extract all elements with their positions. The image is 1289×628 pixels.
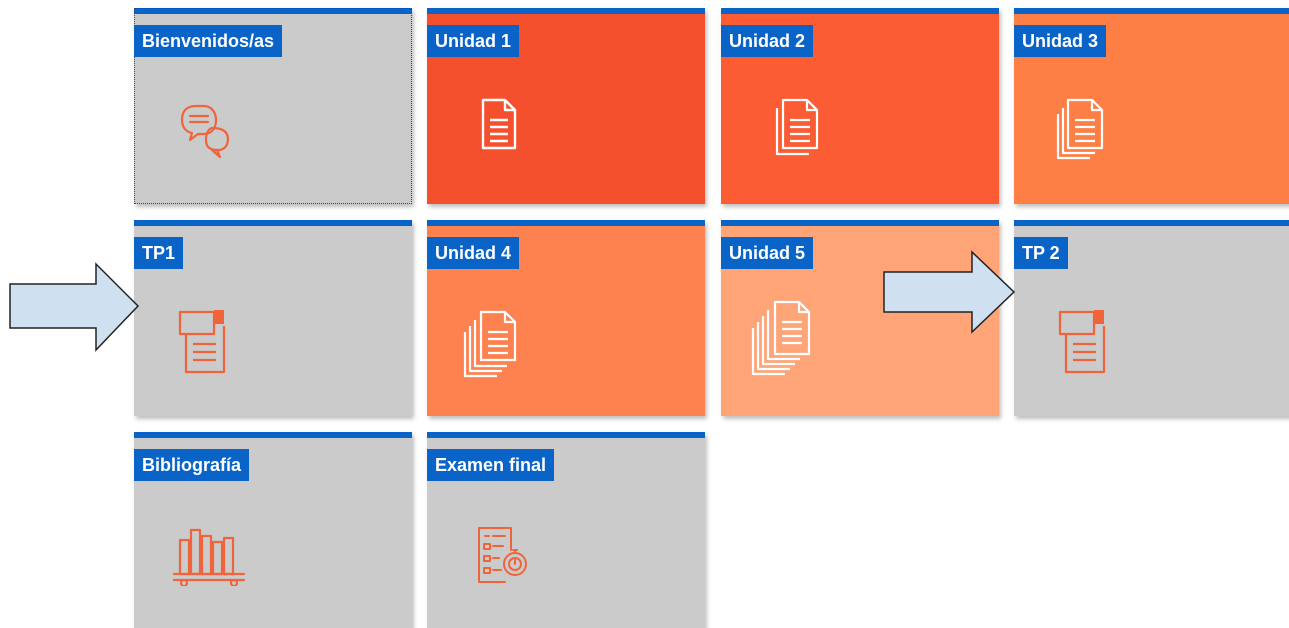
course-tiles-canvas: Bienvenidos/as Unidad 1 Unidad 2 Unidad … <box>0 0 1289 628</box>
tile-title: Examen final <box>427 449 555 481</box>
book-shelf-icon <box>172 528 246 586</box>
tile-title: Bibliografía <box>134 449 250 481</box>
stacked-documents-icon <box>775 98 819 156</box>
stacked-documents-icon <box>463 310 517 378</box>
tile-bienvenidos[interactable]: Bienvenidos/as <box>134 8 412 204</box>
tile-title: Unidad 5 <box>721 237 814 269</box>
stacked-documents-icon <box>1056 98 1104 160</box>
tile-title: Bienvenidos/as <box>134 25 283 57</box>
assignment-document-icon <box>178 310 226 374</box>
chat-bubbles-icon <box>180 104 230 159</box>
tile-unidad-2[interactable]: Unidad 2 <box>721 8 999 204</box>
tile-title: Unidad 1 <box>427 25 520 57</box>
tile-title: TP 2 <box>1014 237 1068 269</box>
arrow-right-icon <box>9 262 140 352</box>
tile-unidad-3[interactable]: Unidad 3 <box>1014 8 1289 204</box>
tile-examen-final[interactable]: Examen final <box>427 432 705 628</box>
tile-title: Unidad 3 <box>1014 25 1107 57</box>
tile-bibliografia[interactable]: Bibliografía <box>134 432 412 628</box>
tile-tp2[interactable]: TP 2 <box>1014 220 1289 416</box>
exam-timer-icon <box>478 527 527 583</box>
tile-title: Unidad 4 <box>427 237 520 269</box>
tile-tp1[interactable]: TP1 <box>134 220 412 416</box>
tile-unidad-1[interactable]: Unidad 1 <box>427 8 705 204</box>
arrow-right-icon <box>883 250 1016 334</box>
tile-unidad-4[interactable]: Unidad 4 <box>427 220 705 416</box>
tile-title: Unidad 2 <box>721 25 814 57</box>
assignment-document-icon <box>1058 310 1106 374</box>
document-icon <box>481 98 517 150</box>
stacked-documents-icon <box>751 300 811 376</box>
